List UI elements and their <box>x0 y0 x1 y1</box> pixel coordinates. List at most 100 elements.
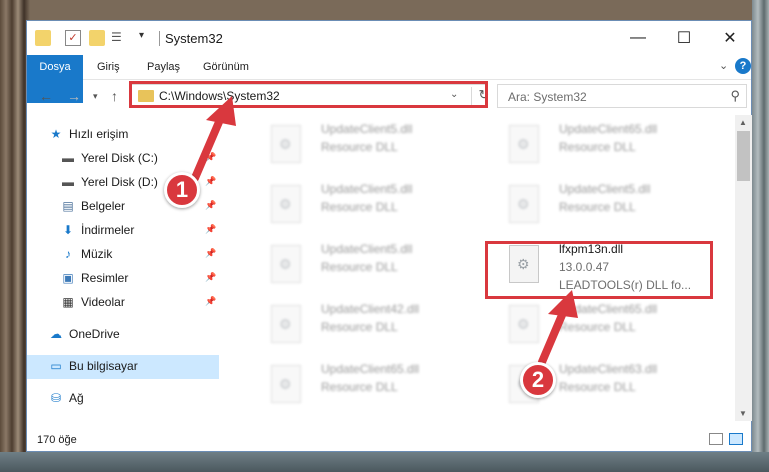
documents-icon: ▤ <box>62 199 74 213</box>
forward-arrow-icon[interactable]: → <box>67 88 81 104</box>
dll-file-icon <box>271 185 301 223</box>
file-item[interactable]: UpdateClient65.dll Resource DLL <box>499 119 729 167</box>
tab-view[interactable]: Görünüm <box>203 55 249 79</box>
minimize-button[interactable]: — <box>615 21 661 55</box>
pin-icon[interactable]: 📌 <box>205 176 216 187</box>
title-bar: ✓ ☰ ▾ System32 — ☐ ✕ <box>27 21 751 55</box>
sidebar-item[interactable]: ⬇ İndirmeler 📌 <box>27 219 219 243</box>
pin-icon[interactable]: 📌 <box>205 152 216 163</box>
step1-badge: 1 <box>164 172 200 208</box>
file-highlight-box <box>485 241 713 299</box>
cloud-icon: ☁ <box>50 327 62 341</box>
sidebar-item-label: İndirmeler <box>81 223 135 237</box>
file-name: UpdateClient5.dll <box>321 182 413 196</box>
file-description: Resource DLL <box>321 140 398 154</box>
up-arrow-icon[interactable]: ↑ <box>111 88 118 104</box>
status-bar: 170 öğe <box>27 429 751 451</box>
sidebar-item[interactable]: ☁ OneDrive <box>27 323 219 347</box>
search-icon[interactable]: ⚲ <box>730 88 740 104</box>
customize-icon[interactable]: ☰ <box>111 30 127 46</box>
sidebar-item-label: Belgeler <box>81 199 126 213</box>
file-description: Resource DLL <box>321 380 398 394</box>
maximize-button[interactable]: ☐ <box>661 21 707 55</box>
file-name: UpdateClient42.dll <box>321 302 420 316</box>
quick-access-dropdown-icon[interactable]: ▾ <box>139 30 155 46</box>
navigation-pane: ★ Hızlı erişim ▬ Yerel Disk (C:) 📌 ▬ Yerel Dis… <box>27 115 221 421</box>
drive-icon: ▬ <box>62 151 74 165</box>
desktop-background <box>0 452 769 472</box>
file-name: UpdateClient65.dll <box>559 122 658 136</box>
sidebar-item-label: Bu bilgisayar <box>69 359 138 373</box>
sidebar-item[interactable]: ★ Hızlı erişim <box>27 123 219 147</box>
network-icon: ⛁ <box>50 391 62 405</box>
file-item[interactable]: UpdateClient65.dll Resource DLL <box>499 299 729 347</box>
file-name: UpdateClient65.dll <box>559 302 658 316</box>
dll-file-icon <box>271 125 301 163</box>
pin-icon[interactable]: 📌 <box>205 296 216 307</box>
file-item[interactable]: UpdateClient5.dll Resource DLL <box>261 179 491 227</box>
pin-icon[interactable]: 📌 <box>205 248 216 259</box>
help-icon[interactable]: ? <box>735 58 751 74</box>
file-item[interactable]: UpdateClient42.dll Resource DLL <box>261 299 491 347</box>
sidebar-item[interactable]: ⛁ Ağ <box>27 387 219 411</box>
vertical-scrollbar[interactable]: ▲ ▼ <box>735 115 752 421</box>
tiles-view-icon[interactable] <box>729 433 743 445</box>
tab-share[interactable]: Paylaş <box>147 55 180 79</box>
dll-file-icon <box>271 245 301 283</box>
file-item[interactable]: UpdateClient5.dll Resource DLL <box>499 179 729 227</box>
close-button[interactable]: ✕ <box>707 21 753 55</box>
file-description: Resource DLL <box>559 380 636 394</box>
sidebar-item[interactable]: ▣ Resimler 📌 <box>27 267 219 291</box>
sidebar-item-label: Yerel Disk (D:) <box>81 175 158 189</box>
item-count: 170 öğe <box>37 434 77 446</box>
sidebar-item-label: Ağ <box>69 391 84 405</box>
file-explorer-window: ✓ ☰ ▾ System32 — ☐ ✕ Dosya Giriş Paylaş … <box>26 20 752 452</box>
pin-icon[interactable]: 📌 <box>205 224 216 235</box>
dll-file-icon <box>271 365 301 403</box>
pictures-icon: ▣ <box>62 271 74 285</box>
scrollbar-thumb[interactable] <box>737 131 750 181</box>
scroll-down-icon[interactable]: ▼ <box>739 409 747 418</box>
file-item[interactable]: UpdateClient5.dll Resource DLL <box>261 119 491 167</box>
details-view-icon[interactable] <box>709 433 723 445</box>
sidebar-item-label: Hızlı erişim <box>69 127 129 141</box>
file-name: UpdateClient5.dll <box>321 122 413 136</box>
computer-icon: ▭ <box>50 359 62 373</box>
sidebar-item[interactable]: ▭ Bu bilgisayar <box>27 355 219 379</box>
desktop-background <box>752 0 769 472</box>
step2-badge: 2 <box>520 362 556 398</box>
file-description: Resource DLL <box>321 200 398 214</box>
drive-icon: ▬ <box>62 175 74 189</box>
file-name: UpdateClient5.dll <box>321 242 413 256</box>
pin-icon[interactable]: 📌 <box>205 200 216 211</box>
dll-file-icon <box>509 125 539 163</box>
file-description: Resource DLL <box>321 260 398 274</box>
file-description: Resource DLL <box>559 200 636 214</box>
tab-home[interactable]: Giriş <box>97 55 120 79</box>
sidebar-item[interactable]: ▦ Videolar 📌 <box>27 291 219 315</box>
dll-file-icon <box>509 185 539 223</box>
window-title: System32 <box>165 31 223 46</box>
sidebar-item-label: Videolar <box>81 295 125 309</box>
properties-icon[interactable]: ✓ <box>65 30 81 46</box>
recent-locations-icon[interactable]: ▾ <box>93 91 98 102</box>
pin-icon[interactable]: 📌 <box>205 272 216 283</box>
sidebar-item-label: Müzik <box>81 247 113 261</box>
back-arrow-icon[interactable]: ← <box>39 88 53 104</box>
new-folder-icon[interactable] <box>89 30 105 46</box>
file-item[interactable]: UpdateClient65.dll Resource DLL <box>261 359 491 407</box>
dll-file-icon <box>271 305 301 343</box>
sidebar-item[interactable]: ♪ Müzik 📌 <box>27 243 219 267</box>
scroll-up-icon[interactable]: ▲ <box>739 118 747 127</box>
file-description: Resource DLL <box>559 320 636 334</box>
music-icon: ♪ <box>65 247 71 261</box>
sidebar-item-label: Resimler <box>81 271 129 285</box>
title-separator <box>159 31 160 46</box>
file-name: UpdateClient65.dll <box>321 362 420 376</box>
sidebar-item[interactable]: ▬ Yerel Disk (C:) 📌 <box>27 147 219 171</box>
ribbon-expand-icon[interactable]: ⌄ <box>719 59 728 72</box>
file-item[interactable]: UpdateClient5.dll Resource DLL <box>261 239 491 287</box>
search-input[interactable]: Ara: System32 ⚲ <box>497 84 747 108</box>
folder-icon <box>35 30 51 46</box>
star-icon: ★ <box>50 127 62 141</box>
